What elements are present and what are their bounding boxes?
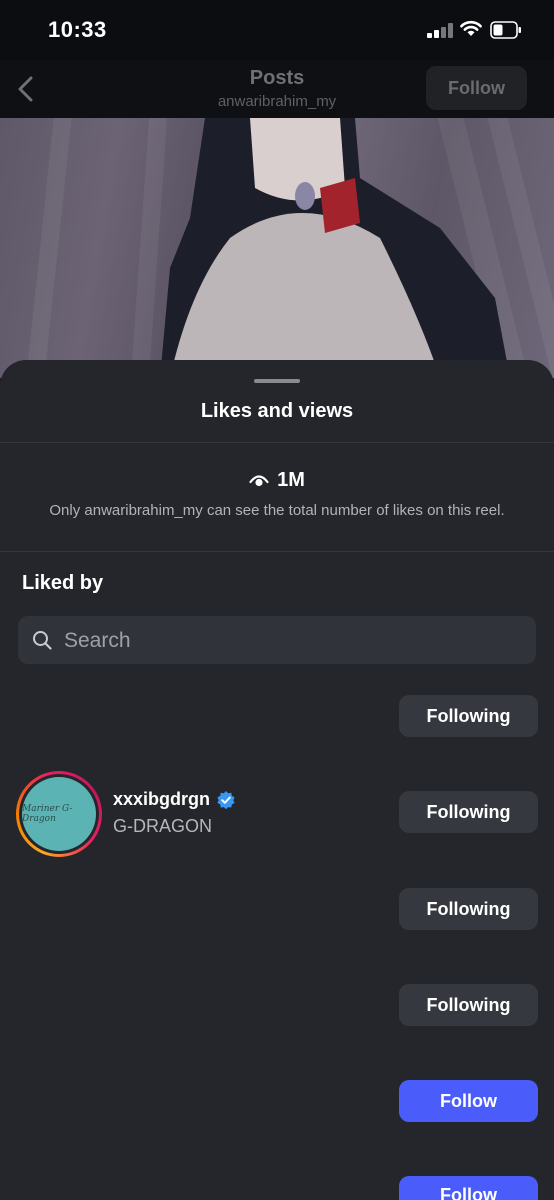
- following-button[interactable]: Following: [399, 984, 538, 1026]
- header-follow-button[interactable]: Follow: [426, 66, 527, 110]
- following-button[interactable]: Following: [399, 888, 538, 930]
- username-text: xxxibgdrgn: [113, 789, 211, 809]
- follow-button[interactable]: Follow: [399, 1080, 538, 1122]
- list-item[interactable]: Follow: [0, 1080, 554, 1176]
- cellular-signal-icon: [427, 22, 453, 38]
- story-ring[interactable]: Mariner G-Dragon: [16, 771, 102, 857]
- reel-video[interactable]: [0, 118, 554, 378]
- verified-badge-icon: [217, 790, 235, 809]
- list-item[interactable]: Following: [0, 984, 554, 1080]
- avatar-signature: Mariner G-Dragon: [22, 804, 73, 824]
- following-button[interactable]: Following: [399, 695, 538, 737]
- following-button[interactable]: Following: [399, 791, 538, 833]
- search-input[interactable]: [62, 616, 526, 666]
- avatar: Mariner G-Dragon: [22, 777, 96, 851]
- sheet-drag-handle[interactable]: [254, 379, 300, 383]
- battery-icon: [490, 21, 521, 39]
- follow-button[interactable]: Follow: [399, 1176, 538, 1200]
- search-bar[interactable]: [18, 616, 536, 666]
- divider: [0, 551, 554, 552]
- liked-by-heading: Liked by: [22, 572, 104, 594]
- search-icon: [33, 631, 52, 650]
- username[interactable]: xxxibgdrgn: [113, 789, 236, 810]
- eye-icon: [249, 474, 269, 486]
- views-value: 1M: [277, 469, 305, 491]
- views-count: 1M: [0, 469, 554, 492]
- list-item[interactable]: Mariner G-Dragon xxxibgdrgn G-DRAGON Fol…: [0, 769, 554, 865]
- wifi-icon: [460, 21, 482, 36]
- likes-sheet: Likes and views 1M Only anwaribrahim_my …: [0, 360, 554, 1200]
- divider: [0, 442, 554, 443]
- top-navigation-bar: Posts anwaribrahim_my Follow: [0, 60, 554, 118]
- list-item[interactable]: Follow: [0, 1176, 554, 1200]
- performer-figure: [160, 118, 510, 378]
- full-name: G-DRAGON: [113, 816, 212, 836]
- list-item[interactable]: Following: [0, 888, 554, 984]
- sheet-title: Likes and views: [200, 400, 354, 422]
- status-time: 10:33: [48, 17, 107, 42]
- views-note: Only anwaribrahim_my can see the total n…: [49, 502, 505, 519]
- status-bar: 10:33: [0, 0, 554, 60]
